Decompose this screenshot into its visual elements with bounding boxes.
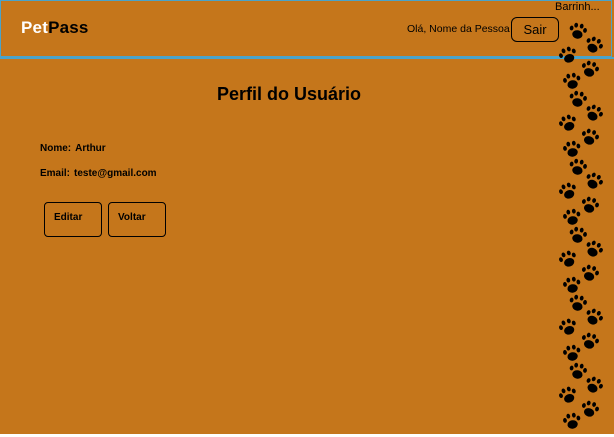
edit-button[interactable]: Editar [44,202,102,237]
logo-pass: Pass [48,18,89,37]
email-value: teste@gmail.com [74,168,157,179]
paw-print-icon [580,332,600,355]
logo-pet: Pet [21,18,49,37]
name-label: Nome: [40,143,72,154]
app-background: PetPass Olá, Nome da Pessoa Sair Barrinh… [0,0,614,434]
paw-print-icon [558,386,578,409]
app-logo[interactable]: PetPass [21,18,89,38]
paw-print-icon [558,182,578,205]
paw-print-icon [558,114,578,137]
paw-print-icon [584,36,604,59]
paw-print-icon [584,240,604,263]
logout-button[interactable]: Sair [511,17,559,42]
paw-print-icon [562,412,582,435]
sidebar-title: Barrinh... [555,1,600,13]
name-value: Arthur [75,143,106,154]
paw-print-icon [580,400,600,423]
paw-print-icon [580,264,600,287]
paw-print-icon [584,104,604,127]
paw-print-icon [584,172,604,195]
paw-print-icon [580,196,600,219]
name-field: Nome: Arthur [40,143,106,154]
paw-print-icon [558,318,578,341]
header-divider [0,57,614,59]
paw-print-icon [580,128,600,151]
paw-prints-sidebar [556,22,614,434]
top-header: PetPass Olá, Nome da Pessoa Sair [0,0,612,57]
page-title: Perfil do Usuário [216,84,362,104]
back-button[interactable]: Voltar [108,202,166,237]
user-greeting: Olá, Nome da Pessoa [407,23,510,35]
paw-print-icon [558,250,578,273]
paw-print-icon [580,60,600,83]
paw-print-icon [584,308,604,331]
paw-print-icon [558,46,578,69]
email-label: Email: [40,168,71,179]
email-field: Email: teste@gmail.com [40,168,157,179]
paw-print-icon [584,376,604,399]
